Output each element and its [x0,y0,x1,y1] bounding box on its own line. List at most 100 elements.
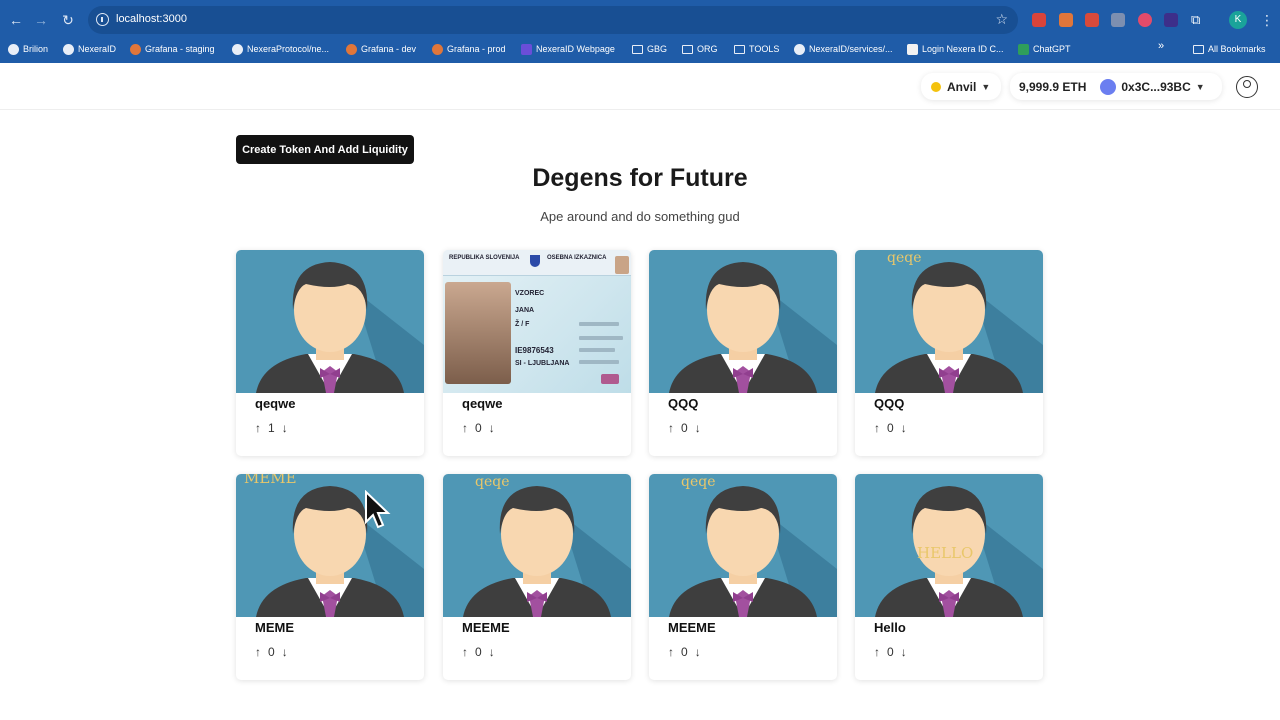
bookmark-star-icon[interactable]: ☆ [995,11,1008,28]
grafana-icon [130,43,141,55]
token-card[interactable]: qeqe MEEME ↑ 0 ↓ [443,474,631,680]
bookmark-nexeraid-services[interactable]: NexeraID/services/... [794,41,893,57]
metamask-icon[interactable] [1059,13,1073,27]
extension-icon[interactable] [1164,13,1178,27]
bookmark-grafana-staging[interactable]: Grafana - staging [130,41,215,57]
downvote-arrow-icon[interactable]: ↓ [695,645,701,659]
vote-controls: ↑ 0 ↓ [255,645,295,659]
token-card[interactable]: REPUBLIKA SLOVENIJA OSEBNA IZKAZNICA VZO… [443,250,631,456]
bookmark-login-nexera[interactable]: Login Nexera ID C... [907,41,1004,57]
token-card[interactable]: HELLO Hello ↑ 0 ↓ [855,474,1043,680]
github-icon [232,43,243,55]
grafana-icon [346,43,357,55]
downvote-arrow-icon[interactable]: ↓ [282,645,288,659]
token-card[interactable]: qeqwe ↑ 1 ↓ [236,250,424,456]
create-token-button[interactable]: Create Token And Add Liquidity [236,135,414,164]
avatar-image [443,474,631,617]
vote-count: 0 [681,645,688,659]
downvote-arrow-icon[interactable]: ↓ [489,645,495,659]
vote-count: 0 [268,645,275,659]
vote-count: 0 [887,421,894,435]
upvote-arrow-icon[interactable]: ↑ [668,645,674,659]
bookmark-nexeraid[interactable]: NexeraID [63,41,116,57]
downvote-arrow-icon[interactable]: ↓ [901,645,907,659]
extensions-puzzle-icon[interactable]: ⧉ [1191,13,1205,27]
downvote-arrow-icon[interactable]: ↓ [901,421,907,435]
address-bar[interactable]: localhost:3000 ☆ [88,6,1018,34]
bookmark-grafana-dev[interactable]: Grafana - dev [346,41,416,57]
menu-kebab-icon[interactable]: ⋮ [1260,12,1274,29]
token-card[interactable]: qeqe MEEME ↑ 0 ↓ [649,474,837,680]
user-profile-icon[interactable] [1236,76,1258,98]
downvote-arrow-icon[interactable]: ↓ [282,421,288,435]
grafana-icon [432,43,443,55]
vote-controls: ↑ 0 ↓ [874,645,914,659]
avatar-image [649,474,837,617]
token-image[interactable]: HELLO [855,474,1043,617]
bookmark-label: Grafana - prod [447,44,506,54]
token-image[interactable]: MEME [236,474,424,617]
image-overlay-text: qeqe [681,474,716,490]
token-image[interactable]: qeqe [443,474,631,617]
token-card[interactable]: QQQ ↑ 0 ↓ [649,250,837,456]
bookmark-label: ChatGPT [1033,44,1071,54]
extension-icon[interactable] [1085,13,1099,27]
upvote-arrow-icon[interactable]: ↑ [462,421,468,435]
reload-icon[interactable]: ↻ [60,12,76,28]
extension-icon[interactable] [1138,13,1152,27]
image-overlay-text: qeqe [887,250,922,266]
token-image[interactable]: qeqe [649,474,837,617]
github-icon [794,43,805,55]
chevron-down-icon: ▼ [981,81,991,92]
wallet-account-button[interactable]: 9,999.9 ETH 0x3C...93BC ▼ [1010,73,1222,100]
bookmark-folder-gbg[interactable]: GBG [632,41,667,57]
bookmark-folder-org[interactable]: ORG [682,41,718,57]
id-card-image: REPUBLIKA SLOVENIJA OSEBNA IZKAZNICA VZO… [443,250,631,393]
account-address: 0x3C...93BC [1121,79,1191,94]
folder-icon [682,44,693,54]
chatgpt-icon [1018,43,1029,55]
bookmark-folder-tools[interactable]: TOOLS [734,41,779,57]
token-name: MEME [255,620,294,635]
bookmark-grafana-prod[interactable]: Grafana - prod [432,41,506,57]
upvote-arrow-icon[interactable]: ↑ [874,421,880,435]
chevron-down-icon: ▼ [1195,81,1205,92]
bookmark-label: ORG [697,44,718,54]
network-selector[interactable]: Anvil ▼ [921,73,1001,100]
github-icon [63,43,74,55]
token-card[interactable]: qeqe QQQ ↑ 0 ↓ [855,250,1043,456]
vote-count: 0 [681,421,688,435]
all-bookmarks[interactable]: All Bookmarks [1193,41,1266,57]
bookmark-label: NexeraID/services/... [809,44,893,54]
upvote-arrow-icon[interactable]: ↑ [462,645,468,659]
url-text[interactable]: localhost:3000 [116,13,187,25]
more-bookmarks-icon[interactable]: » [1158,40,1164,52]
token-image[interactable]: REPUBLIKA SLOVENIJA OSEBNA IZKAZNICA VZO… [443,250,631,393]
token-image[interactable] [649,250,837,393]
github-icon [8,43,19,55]
token-image[interactable] [236,250,424,393]
upvote-arrow-icon[interactable]: ↑ [668,421,674,435]
token-name: qeqwe [255,396,296,411]
avatar-image [855,250,1043,393]
bookmark-label: GBG [647,44,668,54]
bookmark-nexeraprotocol[interactable]: NexeraProtocol/ne... [232,41,329,57]
upvote-arrow-icon[interactable]: ↑ [874,645,880,659]
upvote-arrow-icon[interactable]: ↑ [255,645,261,659]
downvote-arrow-icon[interactable]: ↓ [695,421,701,435]
bookmark-nexeraid-webpage[interactable]: NexeraID Webpage [521,41,615,57]
site-info-icon[interactable] [96,13,109,26]
back-icon[interactable]: ← [8,12,24,28]
extension-icon[interactable] [1032,13,1046,27]
upvote-arrow-icon[interactable]: ↑ [255,421,261,435]
token-card[interactable]: MEME MEME ↑ 0 ↓ [236,474,424,680]
token-image[interactable]: qeqe [855,250,1043,393]
extension-icon[interactable] [1111,13,1125,27]
bookmark-chatgpt[interactable]: ChatGPT [1018,41,1071,57]
profile-avatar[interactable]: K [1229,11,1247,29]
forward-icon[interactable]: → [33,12,49,28]
bookmark-label: Login Nexera ID C... [922,44,1004,54]
bookmark-brilion[interactable]: Brilion [8,41,48,57]
account-avatar-icon [1100,78,1117,95]
downvote-arrow-icon[interactable]: ↓ [489,421,495,435]
